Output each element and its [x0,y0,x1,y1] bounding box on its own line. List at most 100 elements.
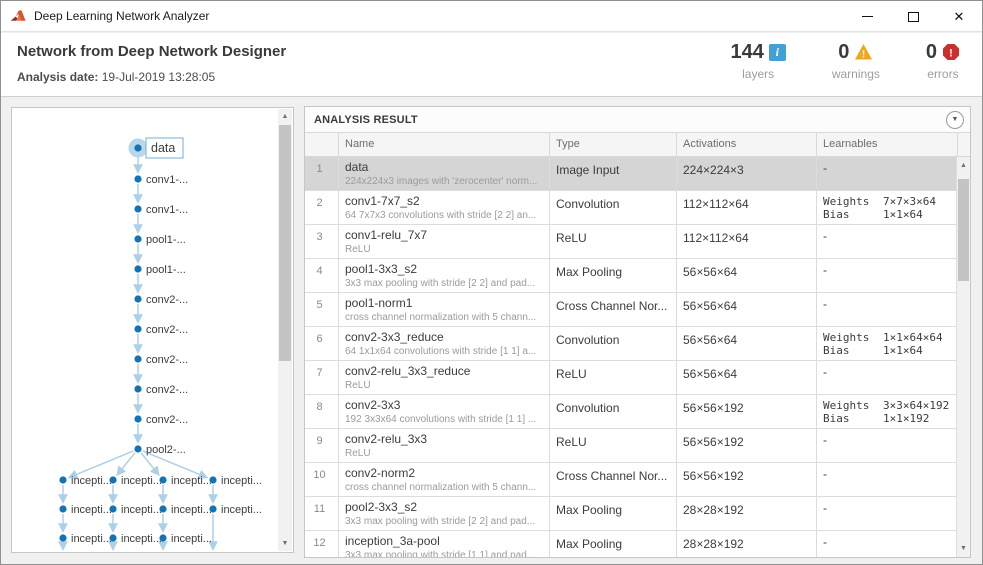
layer-activations: 56×56×192 [683,435,744,449]
network-diagram: data conv1-... conv1-... pool1-... pool1-...… [58,137,262,551]
node-label: conv2-... [146,324,188,336]
layer-type: Cross Channel Nor... [556,469,668,483]
close-icon: ✕ [953,9,965,24]
cell-activations: 224×224×3 [677,157,817,190]
diagram-node[interactable]: incepti... [159,475,212,487]
table-row[interactable]: 10 conv2-norm2 cross channel normalization… [305,463,970,497]
network-diagram-panel: data conv1-... conv1-... pool1-... pool1-...… [11,107,294,553]
diagram-node[interactable]: incepti... [109,504,162,516]
cell-name: conv2-3x3_reduce 64 1x1x64 convolutions w… [339,327,550,360]
table-row[interactable]: 4 pool1-3x3_s2 3x3 max pooling with stride… [305,259,970,293]
diagram-node[interactable]: incepti... [109,533,162,545]
window-title: Deep Learning Network Analyzer [34,9,210,23]
cell-type: Convolution [550,395,677,428]
diagram-node[interactable]: incepti... [109,475,162,487]
scroll-down-icon[interactable]: ▼ [278,536,292,551]
cell-type: Cross Channel Nor... [550,463,677,496]
table-row[interactable]: 11 pool2-3x3_s2 3x3 max pooling with strid… [305,497,970,531]
layer-type: Cross Channel Nor... [556,299,668,313]
table-row[interactable]: 2 conv1-7x7_s2 64 7x7x3 convolutions with … [305,191,970,225]
diagram-node[interactable]: incepti... [59,533,112,545]
cell-type: ReLU [550,429,677,462]
layer-activations: 56×56×192 [683,401,744,415]
error-icon: ! [943,44,959,60]
column-header-name: Name [339,133,550,156]
node-label: pool1-... [146,264,186,276]
cell-type: ReLU [550,361,677,394]
diagram-node[interactable]: pool1-... [134,234,186,246]
row-number: 9 [305,429,339,462]
scroll-up-icon[interactable]: ▲ [957,158,970,173]
diagram-node[interactable]: incepti... [59,504,112,516]
maximize-button[interactable] [890,1,936,32]
table-row[interactable]: 7 conv2-relu_3x3_reduce ReLU ReLU 56×56×64 - [305,361,970,395]
diagram-node[interactable]: pool1-... [134,264,186,276]
close-button[interactable]: ✕ [936,1,982,32]
node-label: incepti... [221,504,262,516]
cell-type: ReLU [550,225,677,258]
cell-type: Image Input [550,157,677,190]
diagram-node[interactable]: conv2-... [134,324,188,336]
diagram-node[interactable]: data [128,137,184,159]
collapse-panel-button[interactable]: ▼ [946,110,964,129]
layer-description: cross channel normalization with 5 chann… [345,482,537,493]
minimize-button[interactable] [844,1,890,32]
table-row[interactable]: 12 inception_3a-pool 3x3 max pooling with … [305,531,970,557]
cell-name: conv2-relu_3x3_reduce ReLU [339,361,550,394]
cell-type: Max Pooling [550,531,677,557]
cell-type: Max Pooling [550,259,677,292]
diagram-node[interactable]: incepti... [59,475,112,487]
node-dot [134,295,142,303]
table-row[interactable]: 1 data 224x224x3 images with 'zerocenter' … [305,157,970,191]
diagram-node[interactable]: incepti... [209,504,262,516]
table-row[interactable]: 5 pool1-norm1 cross channel normalization … [305,293,970,327]
diagram-node[interactable]: incepti... [159,504,212,516]
node-label: incepti... [171,533,212,545]
row-number: 4 [305,259,339,292]
diagram-node[interactable]: conv2-... [134,414,188,426]
node-dot [134,175,142,183]
layer-activations: 224×224×3 [683,163,744,177]
diagram-scrollbar[interactable]: ▲ ▼ [278,109,292,551]
title-bar: Deep Learning Network Analyzer ✕ [1,1,982,32]
diagram-node[interactable]: incepti... [159,533,212,545]
node-label: incepti... [121,504,162,516]
table-row[interactable]: 3 conv1-relu_7x7 ReLU ReLU 112×112×64 - [305,225,970,259]
learnable-entry: Weights 1×1×64×64 [823,331,953,344]
summary-stats: 144 i layers 0 ! warnings 0 ! errors [730,39,960,81]
table-scrollbar[interactable]: ▲ ▼ [956,157,970,557]
matlab-logo-icon [10,9,26,21]
diagram-node[interactable]: conv1-... [134,204,188,216]
table-scrollbar-thumb[interactable] [958,179,969,281]
scroll-down-icon[interactable]: ▼ [957,541,970,556]
scroll-up-icon[interactable]: ▲ [278,109,292,124]
diagram-scrollbar-thumb[interactable] [279,125,291,361]
node-dot [209,476,217,484]
table-row[interactable]: 8 conv2-3x3 192 3x3x64 convolutions with s… [305,395,970,429]
diagram-node[interactable]: conv2-... [134,384,188,396]
diagram-node[interactable]: conv2-... [134,354,188,366]
table-row[interactable]: 6 conv2-3x3_reduce 64 1x1x64 convolutions … [305,327,970,361]
diagram-node[interactable]: incepti... [209,475,262,487]
diagram-node[interactable]: conv2-... [134,294,188,306]
column-header-scroll-spacer [958,133,970,156]
cell-learnables: - [817,361,958,394]
cell-name: inception_3a-pool 3x3 max pooling with st… [339,531,550,557]
table-header-row: Name Type Activations Learnables [305,133,970,157]
cell-name: conv2-3x3 192 3x3x64 convolutions with st… [339,395,550,428]
layer-type: Convolution [556,333,620,347]
warning-icon: ! [855,44,873,61]
node-dot [159,476,167,484]
node-label: incepti... [171,504,212,516]
info-icon[interactable]: i [768,43,786,61]
layer-name: conv1-7x7_s2 [345,194,420,208]
node-label: incepti... [171,475,212,487]
diagram-node[interactable]: conv1-... [134,174,188,186]
cell-activations: 56×56×64 [677,327,817,360]
cell-activations: 112×112×64 [677,191,817,224]
layer-activations: 56×56×192 [683,469,744,483]
learnable-key: Weights [823,399,870,412]
learnable-entry: Bias 1×1×64 [823,208,953,221]
table-row[interactable]: 9 conv2-relu_3x3 ReLU ReLU 56×56×192 - [305,429,970,463]
node-label: pool2-... [146,444,186,456]
